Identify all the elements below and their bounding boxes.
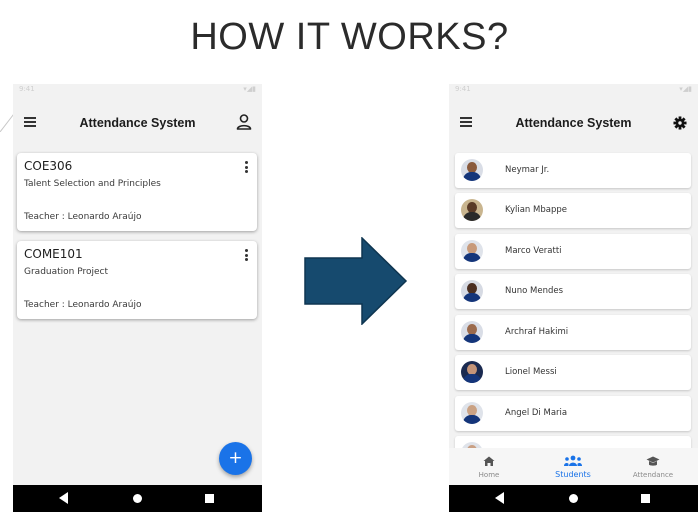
tab-label: Home: [478, 471, 500, 479]
bottom-navigation: Home Students Attendance: [449, 448, 698, 485]
app-title: Attendance System: [515, 116, 632, 130]
student-row[interactable]: Angel Di Maria: [455, 396, 691, 431]
status-bar: 9:41 ▾◢▮: [449, 84, 698, 96]
right-arrow-icon: [304, 237, 408, 325]
status-icons: ▾◢▮: [679, 85, 692, 93]
home-icon: [483, 456, 495, 466]
student-list[interactable]: Neymar Jr. Kylian Mbappe Marco Veratti N…: [449, 150, 698, 448]
slide-title: HOW IT WORKS?: [190, 16, 509, 58]
course-teacher: Teacher : Leonardo Araújo: [24, 300, 142, 310]
student-name: Nuno Mendes: [505, 286, 564, 296]
course-name: Talent Selection and Principles: [24, 179, 161, 189]
student-name: Lionel Messi: [505, 367, 557, 377]
student-name: Marco Veratti: [505, 246, 562, 256]
tab-label: Attendance: [632, 471, 674, 479]
person-outline-icon[interactable]: [235, 113, 253, 131]
group-icon: [564, 455, 582, 466]
avatar: [461, 280, 483, 302]
student-name: Neymar Jr.: [505, 165, 550, 175]
recents-square-icon[interactable]: [205, 494, 214, 503]
student-row[interactable]: [455, 436, 691, 448]
avatar: [461, 159, 483, 181]
course-card[interactable]: COE306 Talent Selection and Principles T…: [17, 153, 257, 231]
tab-students[interactable]: Students: [533, 448, 613, 485]
avatar: [461, 321, 483, 343]
android-nav-bar: [13, 485, 262, 512]
student-row[interactable]: Kylian Mbappe: [455, 193, 691, 228]
android-nav-bar: [449, 485, 698, 512]
add-course-button[interactable]: +: [219, 442, 252, 475]
course-code: COE306: [24, 159, 73, 173]
student-name: Kylian Mbappe: [505, 205, 567, 215]
back-icon[interactable]: [495, 492, 504, 504]
status-time: 9:41: [19, 85, 35, 93]
phone-screen-courses: 9:41 ▾◢▮ Attendance System COE306 Talent…: [13, 84, 262, 512]
app-bar: Attendance System: [449, 110, 698, 138]
tab-home[interactable]: Home: [449, 448, 529, 485]
more-vert-icon[interactable]: [243, 249, 249, 263]
student-row[interactable]: Neymar Jr.: [455, 153, 691, 188]
status-icons: ▾◢▮: [243, 85, 256, 93]
avatar: [461, 240, 483, 262]
more-vert-icon[interactable]: [243, 161, 249, 175]
student-name: Angel Di Maria: [505, 408, 568, 418]
avatar: [461, 402, 483, 424]
avatar: [461, 361, 483, 383]
home-circle-icon[interactable]: [133, 494, 142, 503]
student-name: Archraf Hakimi: [505, 327, 569, 337]
phone-screen-students: 9:41 ▾◢▮ Attendance System Neymar Jr. Ky…: [449, 84, 698, 512]
student-row[interactable]: Lionel Messi: [455, 355, 691, 390]
app-bar: Attendance System: [13, 110, 262, 138]
gear-icon[interactable]: [673, 116, 687, 130]
course-card[interactable]: COME101 Graduation Project Teacher : Leo…: [17, 241, 257, 319]
course-teacher: Teacher : Leonardo Araújo: [24, 212, 142, 222]
graduation-cap-icon: [646, 456, 660, 466]
status-bar: 9:41 ▾◢▮: [13, 84, 262, 96]
course-code: COME101: [24, 247, 83, 261]
recents-square-icon[interactable]: [641, 494, 650, 503]
course-name: Graduation Project: [24, 267, 109, 277]
student-row[interactable]: Archraf Hakimi: [455, 315, 691, 350]
status-time: 9:41: [455, 85, 471, 93]
back-icon[interactable]: [59, 492, 68, 504]
avatar: [461, 199, 483, 221]
tab-attendance[interactable]: Attendance: [613, 448, 693, 485]
student-row[interactable]: Marco Veratti: [455, 234, 691, 269]
app-title: Attendance System: [79, 116, 196, 130]
home-circle-icon[interactable]: [569, 494, 578, 503]
tab-label: Students: [555, 470, 591, 479]
student-row[interactable]: Nuno Mendes: [455, 274, 691, 309]
